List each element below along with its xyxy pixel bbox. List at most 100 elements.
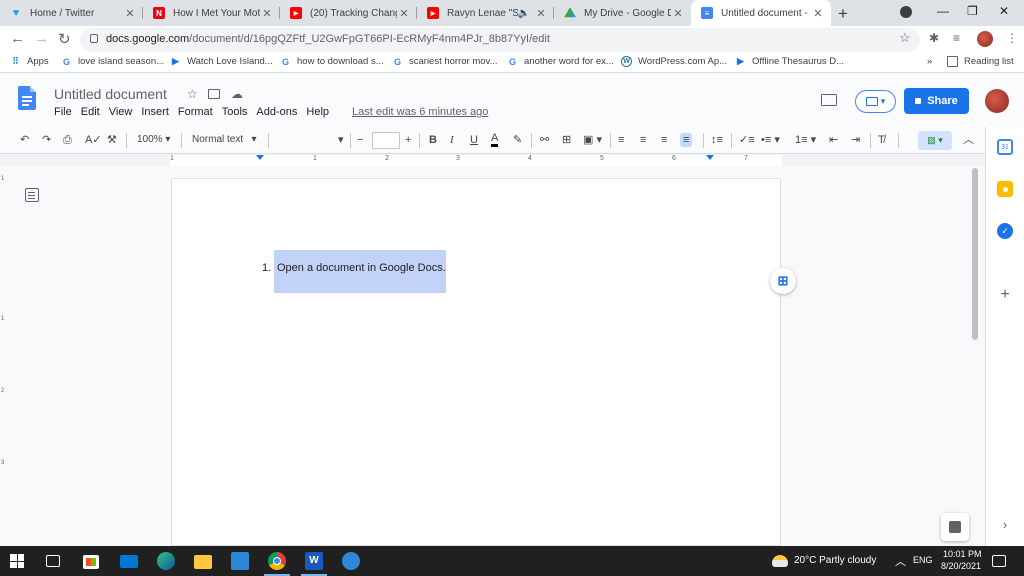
chrome-menu-icon[interactable]: ⋮	[1006, 31, 1018, 45]
print-icon[interactable]: ⎙	[63, 133, 72, 147]
bold-button[interactable]: B	[429, 133, 437, 147]
font-select[interactable]: ▾	[338, 133, 344, 147]
text-color-button[interactable]: A	[491, 133, 499, 147]
menu-insert[interactable]: Insert	[141, 106, 169, 118]
bookmark-watch-love-island[interactable]: ▶ Watch Love Island...	[170, 56, 273, 67]
add-addon-plus-icon[interactable]: +	[997, 286, 1013, 303]
insert-link-icon[interactable]: ⚯	[540, 133, 549, 147]
google-keep-icon[interactable]	[997, 181, 1013, 197]
image-options-button[interactable]: ▨ ▾	[918, 131, 952, 150]
undo-icon[interactable]: ↶	[20, 133, 29, 147]
extensions-puzzle-icon[interactable]: ✱	[929, 31, 939, 45]
mail-icon[interactable]	[120, 555, 138, 568]
list-item-text[interactable]: Open a document in Google Docs.	[277, 262, 446, 274]
collapse-menus-chevron-icon[interactable]: ︿	[963, 133, 974, 147]
clear-formatting-icon[interactable]: T̸	[878, 133, 885, 147]
paragraph-style-select[interactable]: Normal text ▾	[192, 133, 256, 147]
more-bookmarks-chevron-icon[interactable]: »	[927, 56, 932, 67]
calculator-icon[interactable]	[231, 552, 249, 570]
maximize-button[interactable]: ❐	[967, 4, 978, 18]
bookmark-how-to-download[interactable]: G how to download s...	[280, 56, 384, 67]
document-title[interactable]: Untitled document	[54, 86, 167, 102]
bookmark-scariest-horror[interactable]: G scariest horror mov...	[392, 56, 498, 67]
menu-view[interactable]: View	[109, 106, 133, 118]
bookmark-apps[interactable]: ⠿ Apps	[10, 56, 48, 67]
close-window-button[interactable]: ✕	[999, 4, 1009, 18]
menu-edit[interactable]: Edit	[81, 106, 100, 118]
increase-indent-icon[interactable]: ⇥	[851, 133, 860, 147]
move-folder-icon[interactable]	[208, 89, 220, 99]
weather-icon[interactable]	[772, 555, 788, 567]
tab-google-drive[interactable]: My Drive - Google Dri ✕	[554, 0, 691, 26]
task-view-icon[interactable]	[46, 555, 60, 567]
tab-search-icon[interactable]	[900, 6, 912, 18]
close-tab-icon[interactable]: ✕	[534, 7, 548, 20]
align-right-icon[interactable]: ≡	[661, 133, 667, 147]
minimize-button[interactable]: —	[937, 4, 949, 18]
bookmark-another-word[interactable]: G another word for ex...	[507, 56, 614, 67]
address-bar[interactable]: docs.google.com/document/d/16pgQZFtf_U2G…	[80, 28, 920, 52]
decrease-font-size-button[interactable]: −	[357, 133, 363, 147]
explore-button[interactable]	[941, 513, 969, 541]
italic-button[interactable]: I	[450, 133, 454, 147]
new-tab-button[interactable]: +	[838, 4, 848, 24]
chrome-icon[interactable]	[264, 552, 290, 576]
align-left-icon[interactable]: ≡	[618, 133, 624, 147]
google-tasks-icon[interactable]: ✓	[997, 223, 1013, 239]
word-icon[interactable]: W	[301, 552, 327, 576]
numbered-list-icon[interactable]: 1≡ ▾	[795, 133, 816, 147]
menu-file[interactable]: File	[54, 106, 72, 118]
right-indent-marker[interactable]	[706, 155, 714, 160]
language-indicator[interactable]: ENG	[913, 555, 933, 565]
document-outline-icon[interactable]	[25, 188, 39, 202]
audio-playing-icon[interactable]: 🔈	[518, 8, 530, 19]
menu-add-ons[interactable]: Add-ons	[256, 106, 297, 118]
left-indent-marker[interactable]	[256, 155, 264, 160]
insert-comment-icon[interactable]: ⊞	[562, 133, 571, 147]
microsoft-store-icon[interactable]	[83, 555, 99, 569]
forward-arrow-icon[interactable]: →	[34, 30, 49, 47]
edge-icon[interactable]	[157, 552, 175, 570]
menu-tools[interactable]: Tools	[222, 106, 248, 118]
bookmark-love-island[interactable]: G love island season...	[61, 56, 164, 67]
menu-help[interactable]: Help	[306, 106, 329, 118]
close-tab-icon[interactable]: ✕	[260, 7, 274, 20]
expand-panel-chevron-icon[interactable]: ›	[997, 516, 1013, 532]
underline-button[interactable]: U	[470, 133, 478, 147]
notifications-icon[interactable]	[992, 555, 1006, 567]
tab-twitter[interactable]: ♥ Home / Twitter ✕	[0, 0, 143, 26]
share-button[interactable]: Share	[904, 88, 969, 114]
align-justify-icon[interactable]: ≡	[680, 133, 693, 147]
decrease-indent-icon[interactable]: ⇤	[829, 133, 838, 147]
account-avatar[interactable]	[985, 89, 1009, 113]
tab-netflix[interactable]: N How I Met Your Mothe ✕	[143, 0, 280, 26]
google-calendar-icon[interactable]: 31	[997, 139, 1013, 155]
profile-avatar[interactable]	[977, 31, 993, 47]
align-center-icon[interactable]: ≡	[640, 133, 646, 147]
document-page[interactable]	[171, 178, 781, 546]
star-icon[interactable]: ☆	[187, 87, 198, 101]
reading-list-button[interactable]: Reading list	[947, 56, 1014, 67]
close-tab-icon[interactable]: ✕	[123, 7, 137, 20]
tab-youtube-tracking[interactable]: ▶ (20) Tracking Changes ✕	[280, 0, 417, 26]
weather-text[interactable]: 20°C Partly cloudy	[794, 555, 876, 566]
line-spacing-icon[interactable]: ↕≡	[711, 133, 723, 147]
google-docs-logo-icon[interactable]	[18, 86, 36, 110]
redo-icon[interactable]: ↷	[42, 133, 51, 147]
menu-format[interactable]: Format	[178, 106, 213, 118]
paint-format-icon[interactable]: ⚒	[107, 133, 117, 147]
bulleted-list-icon[interactable]: •≡ ▾	[761, 133, 780, 147]
increase-font-size-button[interactable]: +	[405, 133, 411, 147]
bookmark-star-icon[interactable]: ☆	[899, 30, 911, 46]
spellcheck-icon[interactable]: A✓	[85, 133, 102, 147]
tab-untitled-document[interactable]: ≡ Untitled document - G ✕	[691, 0, 831, 26]
bookmark-offline-thesaurus[interactable]: ▶ Offline Thesaurus D...	[735, 56, 844, 67]
last-edit-link[interactable]: Last edit was 6 minutes ago	[352, 106, 488, 118]
close-tab-icon[interactable]: ✕	[811, 7, 825, 20]
windows-start-icon[interactable]	[10, 554, 24, 568]
zoom-select[interactable]: 100% ▾	[137, 133, 170, 147]
comment-history-icon[interactable]	[821, 94, 837, 106]
clock-date[interactable]: 8/20/2021	[941, 561, 981, 571]
back-arrow-icon[interactable]: ←	[10, 30, 25, 47]
media-control-icon[interactable]: ≡	[953, 31, 960, 45]
